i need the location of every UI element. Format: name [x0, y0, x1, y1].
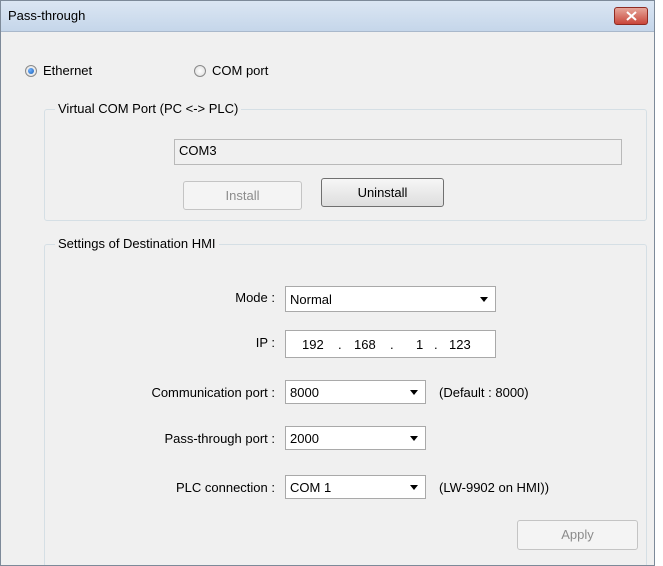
com-port-radio-label: COM port — [212, 63, 269, 78]
radio-selected-icon — [25, 64, 37, 77]
communication-port-value: 8000 — [290, 385, 319, 400]
communication-port-label: Communication port : — [151, 385, 275, 400]
mode-label: Mode : — [235, 290, 275, 305]
mode-select[interactable]: Normal — [285, 286, 496, 312]
mode-select-value: Normal — [290, 292, 332, 307]
pass-through-dialog: Pass-through Ethernet COM port Virtual C… — [0, 0, 655, 566]
chevron-down-icon — [410, 436, 418, 441]
ip-address-input[interactable]: 192 . 168 . 1 . 123 — [285, 330, 496, 358]
virtual-com-port-value: COM3 — [179, 143, 217, 158]
ip-dot: . — [390, 337, 394, 352]
plc-connection-note: (LW-9902 on HMI)) — [439, 480, 550, 495]
uninstall-button[interactable]: Uninstall — [321, 178, 444, 207]
pass-through-port-value: 2000 — [290, 431, 319, 446]
ip-label: IP : — [255, 335, 275, 350]
pass-through-port-select[interactable]: 2000 — [285, 426, 426, 450]
chevron-down-icon — [480, 297, 488, 302]
install-button-label: Install — [225, 188, 260, 203]
close-icon — [626, 11, 637, 21]
ip-octet-4: 123 — [449, 337, 471, 352]
plc-connection-label: PLC connection : — [175, 480, 275, 495]
apply-button-label: Apply — [561, 527, 594, 542]
communication-port-default-note: (Default : 8000) — [439, 385, 529, 400]
title-bar: Pass-through — [1, 1, 654, 32]
chevron-down-icon — [410, 390, 418, 395]
ethernet-radio-label: Ethernet — [43, 63, 93, 78]
apply-button[interactable]: Apply — [517, 520, 638, 550]
radio-unselected-icon — [194, 64, 206, 77]
plc-connection-value: COM 1 — [290, 480, 332, 495]
ip-dot: . — [434, 337, 438, 352]
ip-octet-2: 168 — [354, 337, 376, 352]
plc-connection-select[interactable]: COM 1 — [285, 475, 426, 499]
pass-through-port-label: Pass-through port : — [164, 431, 275, 446]
uninstall-button-label: Uninstall — [357, 185, 408, 200]
install-button[interactable]: Install — [183, 181, 302, 210]
com-port-radio[interactable]: COM port — [194, 63, 268, 78]
window-title: Pass-through — [8, 8, 86, 23]
communication-port-select[interactable]: 8000 — [285, 380, 426, 404]
virtual-com-port-field: COM3 — [174, 139, 622, 165]
chevron-down-icon — [410, 485, 418, 490]
ip-octet-3: 1 — [416, 337, 424, 352]
virtual-com-legend: Virtual COM Port (PC <-> PLC) — [55, 101, 242, 116]
ethernet-radio[interactable]: Ethernet — [25, 63, 92, 78]
close-button[interactable] — [614, 7, 648, 25]
ip-dot: . — [338, 337, 342, 352]
destination-hmi-legend: Settings of Destination HMI — [55, 236, 219, 251]
ip-octet-1: 192 — [302, 337, 324, 352]
